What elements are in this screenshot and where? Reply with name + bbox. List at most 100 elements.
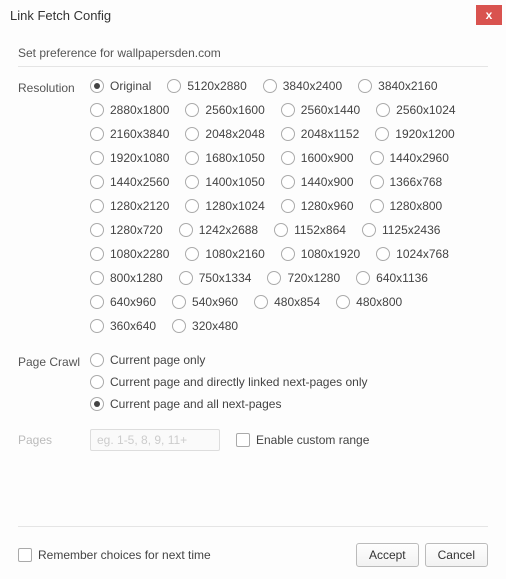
resolution-option[interactable]: 750x1334 — [179, 271, 252, 285]
resolution-option[interactable]: 720x1280 — [267, 271, 340, 285]
resolution-option[interactable]: 2048x2048 — [185, 127, 264, 141]
resolution-option[interactable]: 1440x2560 — [90, 175, 169, 189]
radio-icon — [90, 271, 104, 285]
resolution-option[interactable]: 1242x2688 — [179, 223, 258, 237]
radio-icon — [370, 151, 384, 165]
checkbox-icon — [236, 433, 250, 447]
resolution-option[interactable]: 1680x1050 — [185, 151, 264, 165]
radio-icon — [90, 397, 104, 411]
pagecrawl-option[interactable]: Current page only — [90, 353, 472, 367]
resolution-option-label: 480x800 — [356, 295, 402, 309]
radio-icon — [375, 127, 389, 141]
resolution-option[interactable]: 2880x1800 — [90, 103, 169, 117]
resolution-option[interactable]: 1280x800 — [370, 199, 443, 213]
radio-icon — [336, 295, 350, 309]
pages-label: Pages — [18, 433, 90, 447]
pagecrawl-option[interactable]: Current page and all next-pages — [90, 397, 472, 411]
resolution-option[interactable]: 1080x1920 — [281, 247, 360, 261]
resolution-option-label: 1152x864 — [294, 223, 346, 237]
resolution-option[interactable]: 1125x2436 — [362, 223, 441, 237]
resolution-option[interactable]: 1440x900 — [281, 175, 354, 189]
resolution-option[interactable]: 360x640 — [90, 319, 156, 333]
enable-range-checkbox[interactable]: Enable custom range — [236, 433, 369, 447]
resolution-option[interactable]: 640x1136 — [356, 271, 428, 285]
divider — [18, 66, 488, 67]
resolution-option-label: 540x960 — [192, 295, 238, 309]
resolution-option[interactable]: 640x960 — [90, 295, 156, 309]
resolution-option[interactable]: 2560x1600 — [185, 103, 264, 117]
resolution-options: Original 5120x2880 3840x2400 3840x2160 2880x… — [90, 79, 488, 343]
radio-icon — [185, 199, 199, 213]
accept-button[interactable]: Accept — [356, 543, 419, 567]
resolution-option[interactable]: 1080x2160 — [185, 247, 264, 261]
resolution-option[interactable]: 1280x720 — [90, 223, 163, 237]
resolution-label: Resolution — [18, 79, 90, 95]
resolution-option-label: 2160x3840 — [110, 127, 169, 141]
pagecrawl-option[interactable]: Current page and directly linked next-pa… — [90, 375, 472, 389]
resolution-option[interactable]: 1600x900 — [281, 151, 354, 165]
resolution-option[interactable]: 1366x768 — [370, 175, 443, 189]
resolution-option-label: 1125x2436 — [382, 223, 441, 237]
resolution-option[interactable]: 1280x2120 — [90, 199, 169, 213]
resolution-option-label: 1400x1050 — [205, 175, 264, 189]
resolution-option[interactable]: 540x960 — [172, 295, 238, 309]
resolution-option[interactable]: 5120x2880 — [167, 79, 246, 93]
resolution-option[interactable]: 2048x1152 — [281, 127, 360, 141]
resolution-option[interactable]: 480x854 — [254, 295, 320, 309]
resolution-option[interactable]: 1280x960 — [281, 199, 354, 213]
resolution-option-label: 1280x2120 — [110, 199, 169, 213]
resolution-option-label: 1440x2960 — [390, 151, 449, 165]
radio-icon — [167, 79, 181, 93]
resolution-option[interactable]: 2160x3840 — [90, 127, 169, 141]
radio-icon — [263, 79, 277, 93]
resolution-option[interactable]: 1920x1080 — [90, 151, 169, 165]
resolution-option[interactable]: 1024x768 — [376, 247, 449, 261]
radio-icon — [90, 79, 104, 93]
radio-icon — [90, 223, 104, 237]
resolution-option-label: 2560x1024 — [396, 103, 455, 117]
close-icon: x — [486, 8, 493, 22]
resolution-option-label: 800x1280 — [110, 271, 163, 285]
pagecrawl-option-label: Current page and directly linked next-pa… — [110, 375, 367, 389]
window-title: Link Fetch Config — [10, 8, 111, 23]
radio-icon — [90, 103, 104, 117]
checkbox-icon — [18, 548, 32, 562]
remember-checkbox[interactable]: Remember choices for next time — [18, 548, 211, 562]
resolution-option[interactable]: 3840x2400 — [263, 79, 342, 93]
resolution-option[interactable]: 1920x1200 — [375, 127, 454, 141]
resolution-option-label: 1440x900 — [301, 175, 354, 189]
close-button[interactable]: x — [476, 5, 502, 25]
radio-icon — [90, 199, 104, 213]
resolution-option[interactable]: 2560x1024 — [376, 103, 455, 117]
radio-icon — [370, 199, 384, 213]
resolution-option-label: 3840x2160 — [378, 79, 437, 93]
dialog-content: Set preference for wallpapersden.com Res… — [0, 30, 506, 451]
resolution-option-label: Original — [110, 79, 151, 93]
radio-icon — [376, 247, 390, 261]
radio-icon — [185, 151, 199, 165]
remember-label: Remember choices for next time — [38, 548, 211, 562]
cancel-button[interactable]: Cancel — [425, 543, 488, 567]
radio-icon — [274, 223, 288, 237]
resolution-option-label: 1280x960 — [301, 199, 354, 213]
resolution-option[interactable]: 1152x864 — [274, 223, 346, 237]
radio-icon — [179, 271, 193, 285]
radio-icon — [185, 247, 199, 261]
resolution-option[interactable]: 800x1280 — [90, 271, 163, 285]
resolution-option-label: 1080x2160 — [205, 247, 264, 261]
resolution-option[interactable]: 1280x1024 — [185, 199, 264, 213]
radio-icon — [90, 151, 104, 165]
resolution-option[interactable]: 480x800 — [336, 295, 402, 309]
resolution-option[interactable]: 1400x1050 — [185, 175, 264, 189]
resolution-option[interactable]: 320x480 — [172, 319, 238, 333]
resolution-option-label: 640x960 — [110, 295, 156, 309]
resolution-option-label: 360x640 — [110, 319, 156, 333]
resolution-option[interactable]: 3840x2160 — [358, 79, 437, 93]
resolution-option[interactable]: 1440x2960 — [370, 151, 449, 165]
resolution-option-label: 640x1136 — [376, 271, 428, 285]
resolution-option[interactable]: 1080x2280 — [90, 247, 169, 261]
radio-icon — [281, 127, 295, 141]
resolution-option-label: 3840x2400 — [283, 79, 342, 93]
resolution-option[interactable]: 2560x1440 — [281, 103, 360, 117]
resolution-option[interactable]: Original — [90, 79, 151, 93]
